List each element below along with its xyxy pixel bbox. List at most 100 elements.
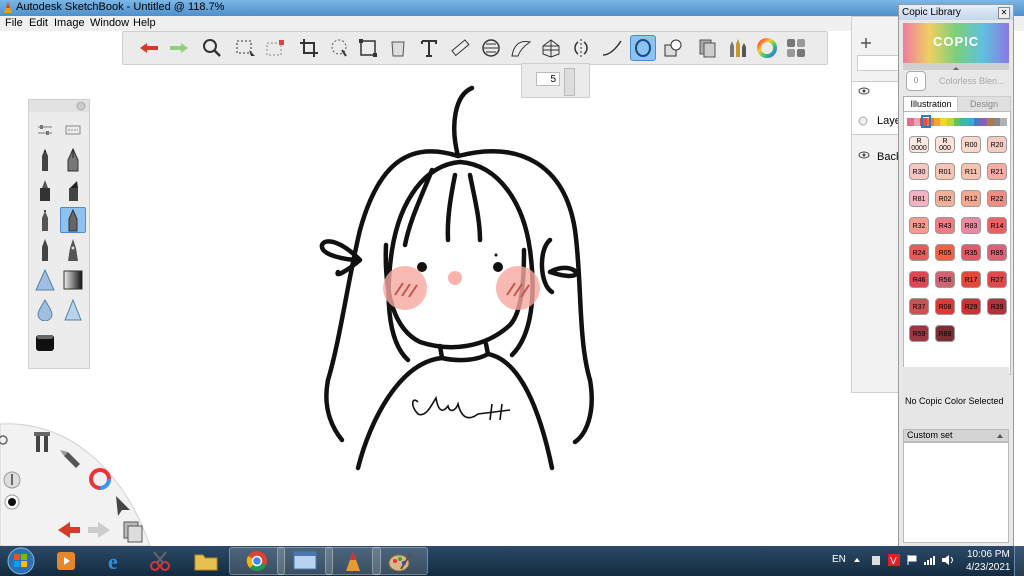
copic-swatch[interactable]: R 0000 (909, 136, 929, 153)
text-icon[interactable] (416, 35, 442, 61)
network-signal-icon[interactable] (923, 554, 937, 566)
clock-time[interactable]: 10:06 PM (967, 549, 1010, 560)
layer-search-field[interactable] (857, 55, 901, 71)
tray-device-icon[interactable] (870, 554, 882, 566)
close-icon[interactable]: ✕ (998, 7, 1010, 19)
ellipse-guide-icon[interactable] (478, 35, 504, 61)
marker-icon[interactable] (32, 177, 58, 203)
copic-swatch[interactable]: R56 (935, 271, 955, 288)
tab-illustration[interactable]: Illustration (903, 96, 959, 112)
pencil-icon[interactable] (32, 147, 58, 173)
fineliner-icon[interactable] (32, 237, 58, 263)
paint-icon[interactable] (372, 547, 428, 575)
copic-swatch[interactable]: R21 (987, 163, 1007, 180)
stroke-icon[interactable] (599, 35, 625, 61)
clock-date[interactable]: 4/23/2021 (966, 562, 1011, 573)
copic-swatch[interactable]: R27 (987, 271, 1007, 288)
layer-row-background[interactable]: Back (852, 139, 901, 179)
copic-swatch[interactable]: R85 (987, 244, 1007, 261)
chisel-marker-icon[interactable] (60, 177, 86, 203)
soft-eraser-icon[interactable] (60, 267, 86, 293)
copic-swatch[interactable]: R43 (935, 217, 955, 234)
copic-swatch[interactable]: R81 (909, 190, 929, 207)
select-marquee-icon[interactable] (263, 35, 289, 61)
copic-swatch[interactable]: R05 (935, 244, 955, 261)
brush-size-puck-icon[interactable] (3, 471, 21, 489)
brush-palette-grip[interactable] (29, 100, 89, 112)
smear-icon[interactable] (60, 297, 86, 323)
menu-edit[interactable]: Edit (29, 17, 48, 29)
copic-swatch[interactable]: R32 (909, 217, 929, 234)
copic-swatch[interactable]: R46 (909, 271, 929, 288)
ruler-icon[interactable] (447, 35, 473, 61)
crop-icon[interactable] (296, 35, 322, 61)
hue-chip[interactable] (1000, 118, 1008, 126)
copic-swatch[interactable]: R08 (935, 298, 955, 315)
add-layer-icon[interactable] (860, 37, 872, 49)
menu-help[interactable]: Help (133, 17, 156, 29)
copic-swatch[interactable]: R22 (987, 190, 1007, 207)
airbrush-icon[interactable] (60, 207, 86, 233)
zoom-icon[interactable] (199, 35, 225, 61)
custom-set-header[interactable]: Custom set (903, 429, 1009, 442)
start-icon[interactable] (6, 547, 36, 575)
menu-window[interactable]: Window (90, 17, 129, 29)
tray-antivirus-icon[interactable]: V (887, 553, 901, 567)
symmetry-icon[interactable] (568, 35, 594, 61)
copic-swatch[interactable]: R 000 (935, 136, 955, 153)
media-player-icon[interactable] (38, 547, 94, 575)
tray-flag-icon[interactable] (906, 554, 918, 566)
layer-row[interactable]: Laye (852, 81, 901, 135)
canvas-drawing[interactable] (300, 80, 620, 480)
tray-expand-icon[interactable] (853, 556, 861, 564)
french-curve-icon[interactable] (508, 35, 534, 61)
copic-swatch[interactable]: R35 (961, 244, 981, 261)
fountain-pen-icon[interactable] (60, 237, 86, 263)
chevron-up-icon[interactable] (996, 433, 1004, 439)
copic-swatch[interactable]: R37 (909, 298, 929, 315)
select-icon[interactable] (233, 35, 259, 61)
solid-fill-icon[interactable] (32, 329, 58, 355)
volume-icon[interactable] (941, 554, 955, 566)
menu-image[interactable]: Image (54, 17, 85, 29)
hue-selector[interactable] (921, 115, 931, 128)
brush-properties-icon[interactable] (32, 117, 58, 143)
layers-icon[interactable] (783, 35, 809, 61)
copic-swatch[interactable]: R14 (987, 217, 1007, 234)
color-wheel-icon[interactable] (754, 35, 780, 61)
inking-pen-icon[interactable] (60, 147, 86, 173)
copic-swatch[interactable]: R17 (961, 271, 981, 288)
hard-eraser-icon[interactable] (32, 267, 58, 293)
language-indicator[interactable]: EN (832, 554, 846, 565)
transform-icon[interactable] (355, 35, 381, 61)
visibility-eye-icon[interactable] (858, 151, 870, 159)
lasso-icon[interactable] (326, 35, 352, 61)
copic-swatch[interactable]: R39 (987, 298, 1007, 315)
visibility-eye-icon[interactable] (858, 87, 870, 95)
ellipse-icon[interactable] (630, 35, 656, 61)
custom-set-area[interactable] (903, 442, 1009, 543)
file-explorer-icon[interactable] (178, 547, 234, 575)
copic-swatch[interactable]: R02 (935, 190, 955, 207)
copic-swatch[interactable]: R00 (961, 136, 981, 153)
blur-icon[interactable] (32, 297, 58, 323)
opacity-puck-icon[interactable] (4, 494, 20, 510)
copic-swatch[interactable]: R89 (935, 325, 955, 342)
brush-library-icon[interactable] (723, 35, 749, 61)
copic-swatch[interactable]: R11 (961, 163, 981, 180)
copic-swatch[interactable]: R83 (961, 217, 981, 234)
copic-swatch[interactable]: R59 (909, 325, 929, 342)
perspective-icon[interactable] (538, 35, 564, 61)
fill-icon[interactable] (385, 35, 411, 61)
colorless-blender-swatch[interactable]: 0 (906, 71, 926, 91)
copic-swatch[interactable]: R29 (961, 298, 981, 315)
copic-swatch[interactable]: R20 (987, 136, 1007, 153)
brush-set-icon[interactable] (60, 117, 86, 143)
undo-icon[interactable] (136, 35, 162, 61)
copic-icon[interactable] (694, 35, 720, 61)
ballpoint-pen-icon[interactable] (32, 207, 58, 233)
show-desktop-button[interactable] (1014, 546, 1024, 576)
copic-swatch[interactable]: R24 (909, 244, 929, 261)
copic-swatch[interactable]: R01 (935, 163, 955, 180)
shape-icon[interactable] (660, 35, 686, 61)
